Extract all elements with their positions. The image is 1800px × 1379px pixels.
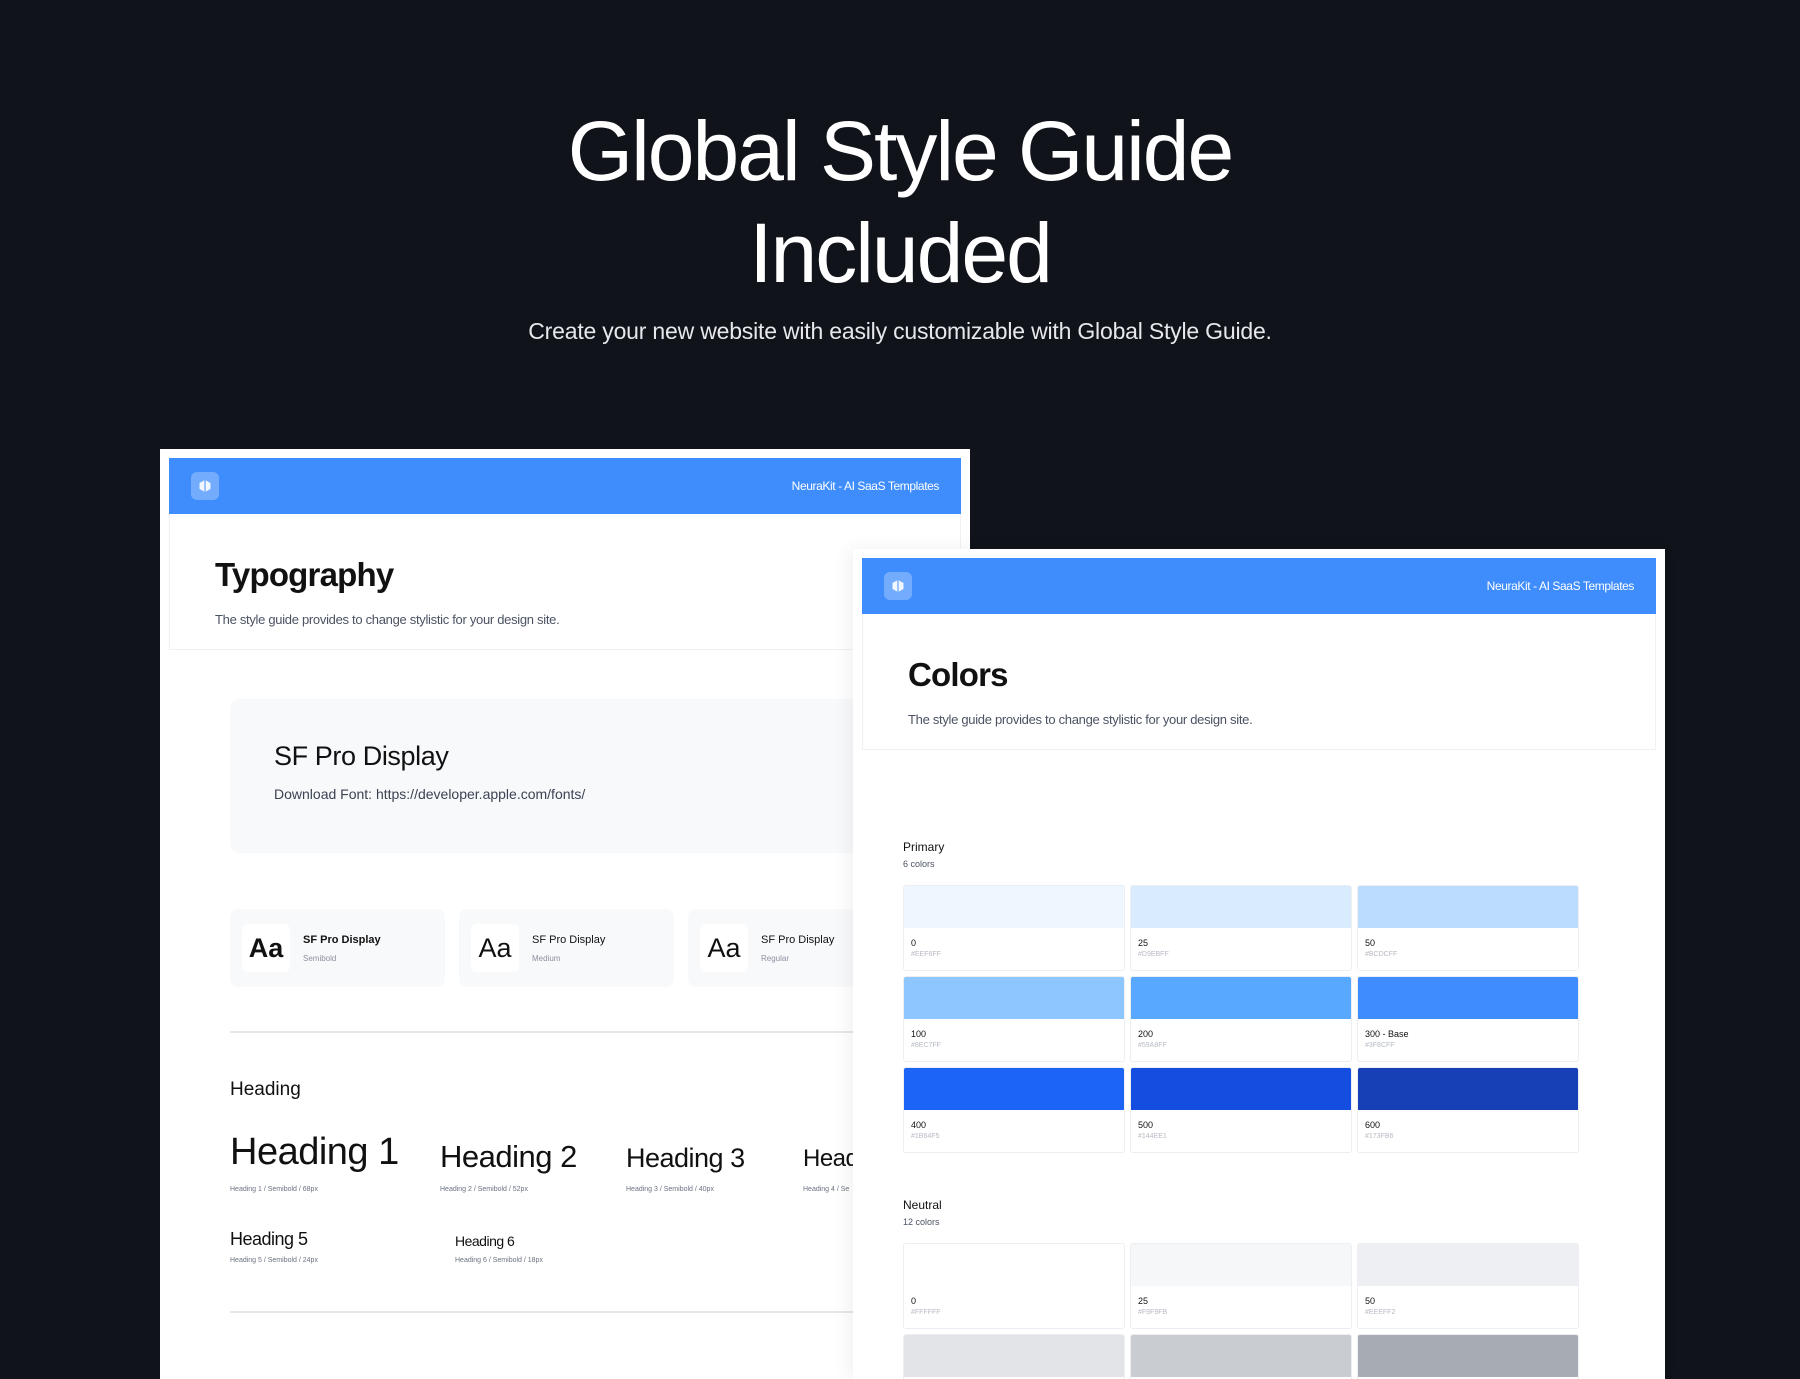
font-weights: Aa SF Pro Display Semibold Aa SF Pro Dis… (230, 909, 903, 987)
heading-6-sample: Heading 6 (455, 1233, 515, 1249)
heading-4-spec: Heading 4 / Se (803, 1186, 850, 1193)
brand-label[interactable]: NeuraKit - AI SaaS Templates (1487, 579, 1635, 593)
page-description: The style guide provides to change styli… (908, 712, 1253, 727)
neutral-group-label: Neutral (903, 1198, 942, 1212)
swatch-hex: #F9F9FB (1138, 1309, 1168, 1316)
page-title: Typography (215, 556, 394, 593)
heading-4-sample: Head (803, 1145, 859, 1172)
hero-title-line1: Global Style Guide (567, 104, 1234, 198)
weight-label: Regular (761, 953, 790, 963)
weight-label: Medium (532, 953, 561, 963)
page-description: The style guide provides to change styli… (215, 612, 560, 627)
font-sample: Aa (700, 924, 748, 972)
swatch-hex: #EEEFF2 (1365, 1309, 1396, 1316)
primary-swatch-grid: 0 #EEF6FF 25 #D9EBFF 50 #BCDCFF 100 #8EC7FF … (903, 885, 1579, 1153)
color-swatch[interactable]: 400 #1B64F5 (903, 1067, 1125, 1153)
swatch-name: 25 (1138, 938, 1149, 948)
swatch-hex: #EEF6FF (911, 951, 941, 958)
color-swatch[interactable]: 200 #59A8FF (1130, 976, 1352, 1062)
colors-topbar: NeuraKit - AI SaaS Templates (862, 558, 1656, 614)
heading-5-spec: Heading 5 / Semibold / 24px (230, 1257, 318, 1264)
swatch-name: 25 (1138, 1296, 1149, 1306)
color-swatch[interactable]: 50 #BCDCFF (1357, 885, 1579, 971)
font-download-link[interactable]: Download Font: https://developer.apple.c… (274, 786, 906, 802)
color-swatch[interactable]: 500 #144EE1 (1130, 1067, 1352, 1153)
heading-section-label: Heading (230, 1079, 301, 1100)
swatch-name: 300 - Base (1365, 1029, 1409, 1039)
heading-1-sample: Heading 1 (230, 1131, 399, 1173)
weight-font-name: SF Pro Display (761, 933, 835, 946)
font-card: SF Pro Display Download Font: https://de… (230, 699, 950, 853)
typography-topbar: NeuraKit - AI SaaS Templates (169, 458, 961, 514)
weight-card: Aa SF Pro Display Semibold (230, 909, 445, 987)
primary-group-label: Primary (903, 840, 945, 854)
color-swatch[interactable]: 25 #D9EBFF (1130, 885, 1352, 971)
logo-icon[interactable] (191, 472, 219, 500)
section-divider (230, 1031, 950, 1033)
hero-subtitle: Create your new website with easily cust… (528, 318, 1272, 344)
swatch-name: 400 (911, 1120, 927, 1130)
heading-2-spec: Heading 2 / Semibold / 52px (440, 1186, 528, 1193)
hero-title-line2: Included (749, 206, 1053, 300)
heading-2-sample: Heading 2 (440, 1139, 577, 1174)
swatch-hex: #59A8FF (1138, 1042, 1167, 1049)
neutral-swatch-grid: 0 #FFFFFF 25 #F9F9FB 50 #EEEFF2 (903, 1243, 1579, 1379)
color-swatch[interactable] (1357, 1334, 1579, 1379)
heading-3-spec: Heading 3 / Semibold / 40px (626, 1186, 714, 1193)
neutral-group-count: 12 colors (903, 1217, 940, 1227)
swatch-hex: #FFFFFF (911, 1309, 941, 1316)
swatch-name: 200 (1138, 1029, 1154, 1039)
primary-group-count: 6 colors (903, 859, 935, 869)
heading-3-sample: Heading 3 (626, 1143, 745, 1173)
color-swatch[interactable]: 0 #FFFFFF (903, 1243, 1125, 1329)
swatch-hex: #1B64F5 (911, 1133, 940, 1140)
swatch-hex: #173FB6 (1365, 1133, 1394, 1140)
heading-6-spec: Heading 6 / Semibold / 18px (455, 1257, 543, 1264)
swatch-name: 0 (911, 938, 917, 948)
heading-1-spec: Heading 1 / Semibold / 68px (230, 1186, 318, 1193)
font-name: SF Pro Display (274, 741, 449, 771)
color-swatch[interactable]: 100 #8EC7FF (903, 976, 1125, 1062)
typography-preview: NeuraKit - AI SaaS Templates Typography … (160, 449, 970, 1379)
font-sample: Aa (242, 924, 290, 972)
swatch-name: 50 (1365, 1296, 1376, 1306)
weight-card: Aa SF Pro Display Medium (459, 909, 674, 987)
swatch-hex: #BCDCFF (1365, 951, 1398, 958)
colors-preview: NeuraKit - AI SaaS Templates Colors The … (853, 549, 1665, 1379)
color-swatch[interactable] (1130, 1334, 1352, 1379)
color-swatch[interactable]: 600 #173FB6 (1357, 1067, 1579, 1153)
color-swatch[interactable] (903, 1334, 1125, 1379)
weight-font-name: SF Pro Display (532, 933, 606, 946)
color-swatch[interactable]: 50 #EEEFF2 (1357, 1243, 1579, 1329)
section-divider (230, 1311, 950, 1313)
page-title: Colors (908, 656, 1009, 693)
swatch-hex: #144EE1 (1138, 1133, 1167, 1140)
weight-font-name: SF Pro Display (303, 933, 381, 946)
hero-title: Global Style Guide Included (0, 100, 1800, 304)
heading-5-sample: Heading 5 (230, 1229, 308, 1249)
swatch-hex: #8EC7FF (911, 1042, 941, 1049)
font-sample: Aa (471, 924, 519, 972)
swatch-name: 0 (911, 1296, 917, 1306)
typography-header: Typography The style guide provides to c… (169, 514, 961, 650)
swatch-name: 50 (1365, 938, 1376, 948)
swatch-name: 500 (1138, 1120, 1154, 1130)
logo-icon[interactable] (884, 572, 912, 600)
brand-label[interactable]: NeuraKit - AI SaaS Templates (792, 479, 940, 493)
swatch-hex: #3F8CFF (1365, 1042, 1395, 1049)
color-swatch[interactable]: 300 - Base #3F8CFF (1357, 976, 1579, 1062)
colors-header: Colors The style guide provides to chang… (862, 614, 1656, 750)
weight-label: Semibold (303, 953, 337, 963)
color-swatch[interactable]: 0 #EEF6FF (903, 885, 1125, 971)
swatch-hex: #D9EBFF (1138, 951, 1169, 958)
swatch-name: 100 (911, 1029, 927, 1039)
color-swatch[interactable]: 25 #F9F9FB (1130, 1243, 1352, 1329)
swatch-name: 600 (1365, 1120, 1381, 1130)
